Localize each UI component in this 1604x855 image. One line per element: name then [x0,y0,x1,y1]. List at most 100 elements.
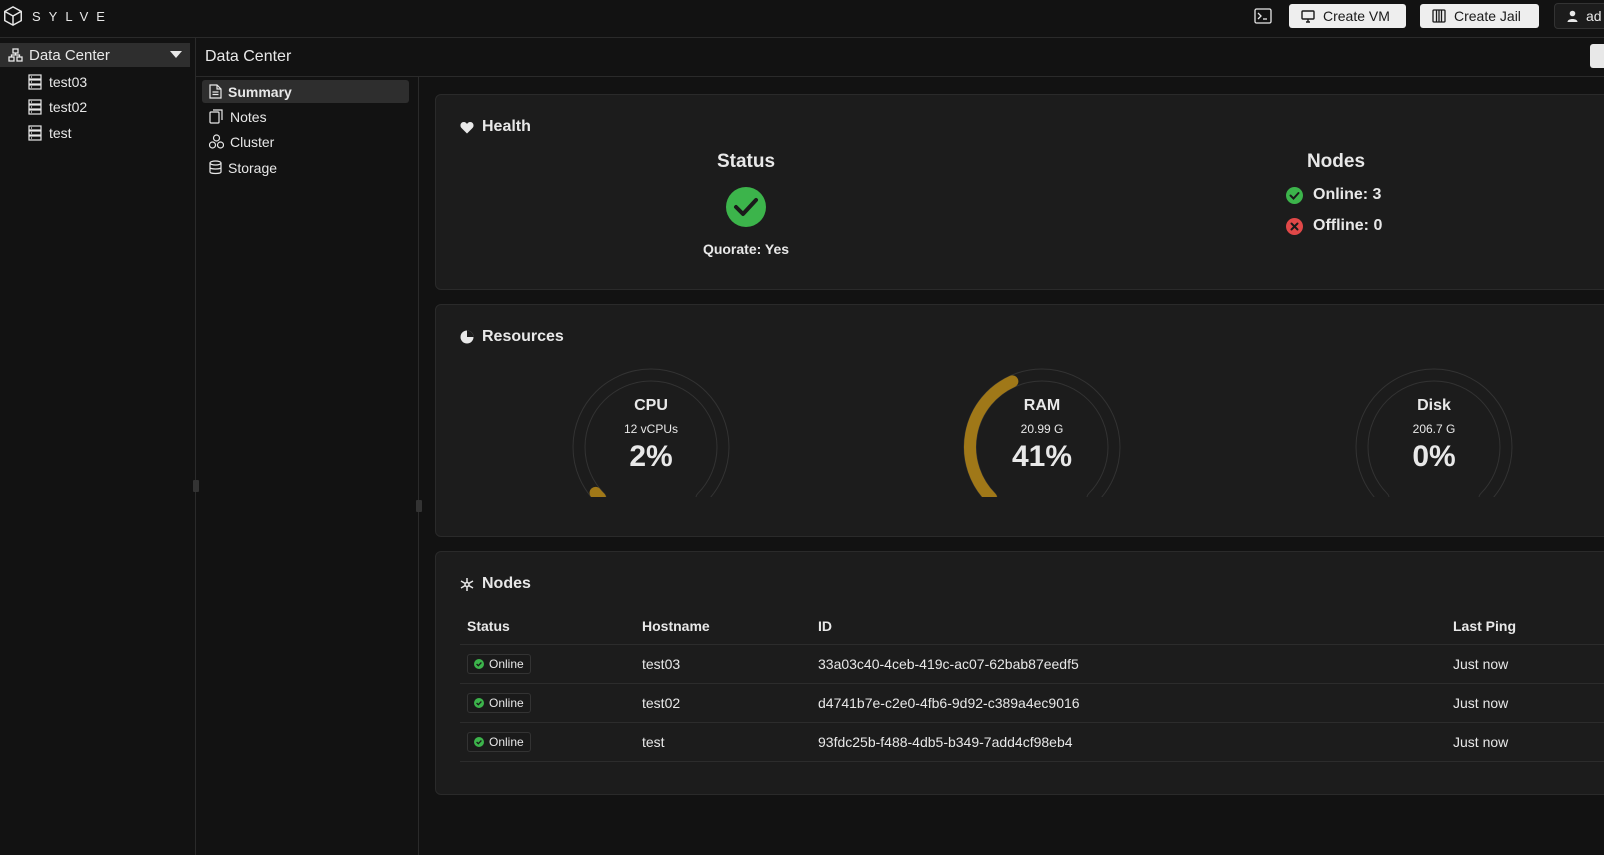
resource-tree: Data Center test03 test02 test [0,38,196,855]
menu-item-summary[interactable]: Summary [202,80,409,103]
disk-gauge: Disk 206.7 G 0% [1349,367,1519,497]
status-label: Online [489,657,524,671]
quorate-status: Quorate: Yes [702,241,790,257]
tree-node-label: test03 [49,74,88,90]
nodes-card-title: Nodes [460,575,531,593]
app-logo[interactable]: SYLVE [2,5,113,27]
last-ping-cell: Just now [1446,644,1604,684]
gauge-percent: 2% [629,440,673,473]
ram-gauge: RAM 20.99 G 41% [957,367,1127,497]
menu-item-label: Storage [228,159,278,176]
status-cell: Online [460,644,635,684]
table-row[interactable]: Online test 93fdc25b-f488-4db5-b349-7add… [460,722,1604,762]
create-vm-label: Create VM [1323,8,1390,24]
health-title-label: Health [482,118,531,135]
column-header-status[interactable]: Status [460,608,635,645]
cpu-gauge: CPU 12 vCPUs 2% [566,367,736,497]
cube-icon [2,5,24,27]
column-header-last-ping[interactable]: Last Ping [1446,608,1604,645]
check-circle-icon [1286,186,1303,204]
status-label: Online [489,735,524,749]
create-jail-label: Create Jail [1454,8,1521,24]
nodes-online-label: Online: 3 [1313,186,1382,203]
gauge-name: CPU [634,397,668,414]
jail-icon [1432,9,1446,23]
last-ping-cell: Just now [1446,722,1604,762]
tree-node-test03[interactable]: test03 [28,71,87,93]
server-icon [28,125,42,141]
gauge-name: Disk [1417,397,1451,414]
status-badge: Online [467,654,531,674]
check-circle-icon [726,187,766,227]
resources-title-label: Resources [482,328,564,345]
pie-chart-icon [460,330,474,344]
nodes-card: Nodes Status Hostname ID Last Ping Onlin… [435,551,1604,795]
id-cell: 33a03c40-4ceb-419c-ac07-62bab87eedf5 [811,644,1446,684]
pane-header: Data Center [196,38,1604,77]
menu-item-cluster[interactable]: Cluster [202,130,409,153]
status-label: Online [489,696,524,710]
menu-item-storage[interactable]: Storage [202,156,409,179]
table-row[interactable]: Online test02 d4741b7e-c2e0-4fb6-9d92-c3… [460,683,1604,723]
table-row[interactable]: Online test03 33a03c40-4ceb-419c-ac07-62… [460,644,1604,684]
terminal-icon[interactable] [1254,8,1272,24]
monitor-icon [1301,9,1315,23]
create-vm-button[interactable]: Create VM [1289,4,1406,28]
user-icon [1567,10,1578,22]
status-badge: Online [467,693,531,713]
summary-content: Health Status Quorate: Yes Nodes Online:… [419,77,1604,855]
create-jail-button[interactable]: Create Jail [1420,4,1539,28]
column-header-hostname[interactable]: Hostname [635,608,811,645]
section-menu: Summary Notes Cluster Storage [196,77,419,855]
nodes-network-icon [460,577,474,592]
header-action-button[interactable] [1590,44,1604,68]
last-ping-cell: Just now [1446,683,1604,723]
gauge-percent: 0% [1412,440,1456,473]
hostname-cell: test [635,722,811,762]
heart-icon [460,121,474,134]
tree-node-test02[interactable]: test02 [28,96,87,118]
gauge-fill [589,486,606,497]
column-header-id[interactable]: ID [811,608,1446,645]
tree-node-label: test02 [49,99,88,115]
status-heading: Status [716,151,776,172]
gauge-percent: 41% [1011,440,1073,473]
page-title: Data Center [205,48,292,65]
gauge-subtitle: 206.7 G [1412,422,1456,436]
server-icon [28,99,42,115]
status-cell: Online [460,683,635,723]
nodes-online: Online: 3 [1286,186,1381,204]
hostname-cell: test02 [635,683,811,723]
nodes-offline: Offline: 0 [1286,217,1382,235]
status-badge: Online [467,732,531,752]
app-name: SYLVE [32,8,113,24]
nodes-table: Status Hostname ID Last Ping Online test… [460,608,1604,762]
gauge-name: RAM [1023,397,1061,414]
menu-item-notes[interactable]: Notes [202,105,409,128]
database-icon [209,160,222,175]
notes-icon [209,109,224,124]
tree-node-label: test [49,125,72,141]
health-card-title: Health [460,118,531,136]
nodes-heading: Nodes [1306,151,1366,172]
status-cell: Online [460,722,635,762]
user-menu-button[interactable]: ad [1554,3,1604,29]
top-bar: SYLVE Create VM Create Jail ad [0,0,1604,38]
menu-item-label: Notes [230,108,267,125]
tree-node-test[interactable]: test [28,122,72,144]
network-icon [8,48,23,62]
nodes-offline-label: Offline: 0 [1313,217,1383,234]
chevron-down-icon[interactable] [170,51,182,58]
resources-card-title: Resources [460,328,564,346]
gauge-subtitle: 20.99 G [1020,422,1064,436]
check-circle-icon [474,737,484,747]
gauge-subtitle: 12 vCPUs [623,422,679,436]
menu-item-label: Summary [228,83,292,100]
tree-root-label: Data Center [29,46,110,64]
id-cell: 93fdc25b-f488-4db5-b349-7add4cf98eb4 [811,722,1446,762]
hostname-cell: test03 [635,644,811,684]
tree-root-datacenter[interactable]: Data Center [0,43,190,67]
table-header-row: Status Hostname ID Last Ping [460,608,1604,645]
menu-item-label: Cluster [230,133,275,150]
x-circle-icon [1286,217,1303,235]
